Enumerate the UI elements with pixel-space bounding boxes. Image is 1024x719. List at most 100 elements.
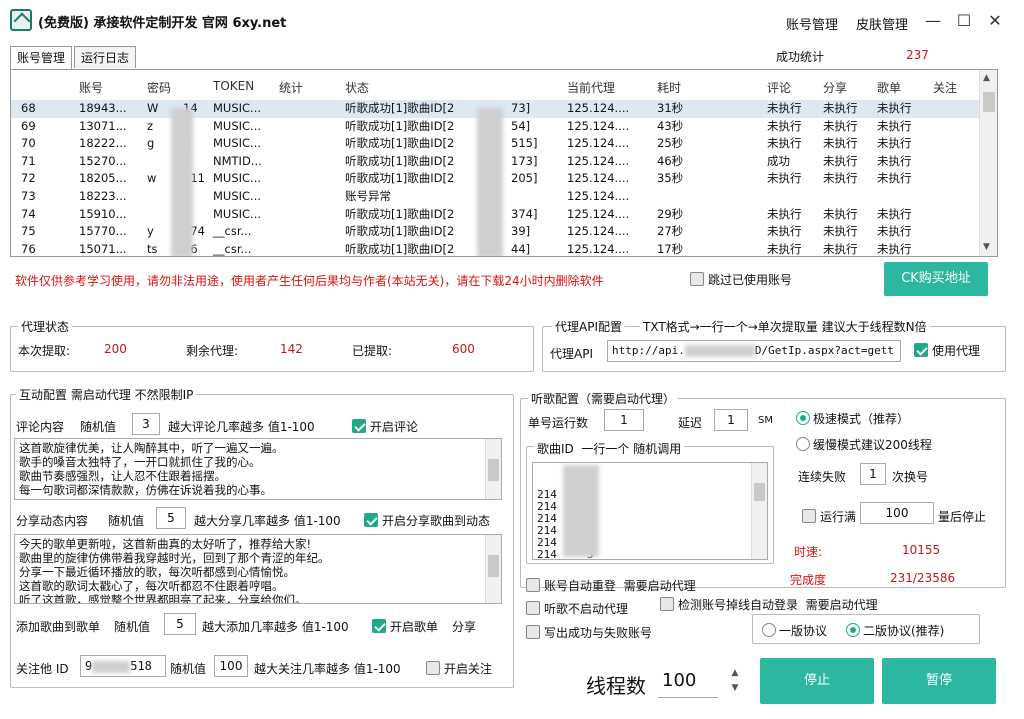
delay-unit: SM: [758, 415, 773, 426]
radio-selected-icon[interactable]: [796, 411, 810, 425]
mode-slow-radio[interactable]: 缓慢模式建议200线程: [796, 436, 932, 453]
scroll-down-icon[interactable]: ▼: [983, 242, 990, 252]
checkbox-icon[interactable]: [526, 625, 540, 639]
skip-used-checkbox[interactable]: 跳过已使用账号: [690, 271, 792, 288]
playlist-share-label[interactable]: 分享: [452, 618, 476, 635]
checkbox-icon[interactable]: [426, 661, 440, 675]
cell-c: 未执行: [767, 224, 802, 239]
write-fail-label: 写出成功与失败账号: [544, 626, 653, 640]
col-account: 账号: [79, 81, 104, 95]
delay-input[interactable]: 1: [714, 409, 748, 431]
protocol-v2-radio[interactable]: 二版协议(推荐): [846, 622, 944, 639]
follow-id-input[interactable]: 9 518: [80, 655, 166, 677]
scrollbar-thumb[interactable]: [488, 555, 499, 577]
cell-id: 74: [21, 206, 36, 221]
col-follow: 关注: [933, 81, 958, 95]
account-manage-menu[interactable]: 账号管理: [786, 14, 838, 33]
table-scrollbar[interactable]: ▲ ▼: [979, 70, 997, 256]
need-proxy-note-2: 需要启动代理: [805, 598, 878, 612]
skin-manage-menu[interactable]: 皮肤管理: [856, 14, 908, 33]
run-full-input[interactable]: 100: [860, 502, 934, 524]
maximize-icon[interactable]: ☐: [955, 12, 973, 30]
checkbox-icon[interactable]: [802, 509, 816, 523]
cell-proxy: 125.124....: [567, 101, 630, 115]
minimize-icon[interactable]: —: [924, 12, 942, 30]
pause-button[interactable]: 暂停: [882, 658, 996, 704]
cell-p: 未执行: [877, 101, 912, 115]
use-proxy-checkbox[interactable]: 使用代理: [914, 342, 980, 359]
radio-icon[interactable]: [796, 437, 810, 451]
buy-ck-button[interactable]: CK购买地址: [884, 262, 988, 296]
cell-c: 未执行: [767, 101, 802, 115]
mode-fast-radio[interactable]: 极速模式（推荐）: [796, 410, 909, 427]
checked-icon[interactable]: [364, 513, 378, 527]
song-id-textarea[interactable]: 2143214821442144214721432145214996: [532, 462, 768, 560]
song-id-scrollbar[interactable]: [751, 463, 767, 559]
detect-relogin-label: 检测账号掉线自动登录: [678, 598, 799, 612]
tab-run-log[interactable]: 运行日志: [74, 46, 137, 68]
checkbox-icon[interactable]: [526, 601, 540, 615]
cell-proxy: 125.124....: [567, 136, 630, 151]
fail-input[interactable]: 1: [860, 463, 886, 485]
cell-time: 17秒: [657, 241, 684, 256]
song-id-prefix: 214: [537, 548, 557, 560]
share-enable-checkbox[interactable]: 开启分享歌曲到动态: [364, 512, 490, 529]
share-rand-input[interactable]: 5: [156, 507, 186, 529]
accounts-table[interactable]: 账号 密码 TOKEN 统计 状态 当前代理 耗时 评论 分享 歌单 关注 68…: [10, 69, 998, 257]
share-textarea[interactable]: 今天的歌单更新啦，这首新曲真的太好听了，推荐给大家! 歌曲里的旋律仿佛带着我穿越…: [14, 534, 502, 604]
checked-icon[interactable]: [372, 619, 386, 633]
auto-relogin-checkbox[interactable]: 账号自动重登 需要启动代理: [526, 577, 696, 594]
success-stat-label: 成功统计: [776, 50, 825, 64]
fetch-value: 200: [104, 342, 127, 356]
run-full-checkbox[interactable]: 运行满: [802, 508, 856, 525]
checked-icon[interactable]: [352, 419, 366, 433]
disclaimer-text: 软件仅供参考学习使用，请勿非法用途，使用者产生任何后果均与作者(本站无关)，请在…: [15, 274, 604, 288]
cell-proxy: 125.124....: [567, 171, 630, 186]
checkbox-icon[interactable]: [690, 272, 704, 286]
protocol-v1-radio[interactable]: 一版协议: [762, 622, 827, 639]
cell-c: 未执行: [767, 241, 802, 256]
checkbox-icon[interactable]: [660, 597, 674, 611]
cell-time: 25秒: [657, 136, 684, 151]
playlist-enable-checkbox[interactable]: 开启歌单: [372, 618, 438, 635]
comment-enable-checkbox[interactable]: 开启评论: [352, 418, 418, 435]
cell-acct: 18223...: [79, 189, 127, 203]
thread-stepper[interactable]: ▲ ▼: [724, 666, 746, 696]
checked-icon[interactable]: [914, 343, 928, 357]
stop-button[interactable]: 停止: [760, 658, 874, 704]
thread-input[interactable]: 100: [658, 666, 718, 698]
cell-s: 未执行: [823, 224, 858, 239]
follow-rand-input[interactable]: 100: [214, 655, 248, 677]
share-scrollbar[interactable]: [485, 535, 501, 603]
follow-enable-checkbox[interactable]: 开启关注: [426, 660, 492, 677]
comment-rand-input[interactable]: 3: [132, 413, 160, 435]
cell-time: 43秒: [657, 118, 684, 133]
cell-proxy: 125.124....: [567, 189, 630, 203]
cell-s: 未执行: [823, 241, 858, 256]
scrollbar-thumb[interactable]: [754, 483, 765, 501]
scroll-up-icon[interactable]: ▲: [983, 73, 990, 83]
playlist-rand-input[interactable]: 5: [164, 613, 196, 635]
radio-selected-icon[interactable]: [846, 623, 860, 637]
cell-proxy: 125.124....: [567, 224, 630, 239]
run-count-input[interactable]: 1: [604, 409, 644, 431]
write-fail-checkbox[interactable]: 写出成功与失败账号: [526, 624, 652, 641]
checkbox-icon[interactable]: [526, 578, 540, 592]
cell-status: 账号异常: [345, 189, 391, 203]
close-icon[interactable]: ✕: [986, 12, 1004, 30]
scrollbar-thumb[interactable]: [488, 459, 499, 481]
comment-textarea[interactable]: 这首歌旋律优美，让人陶醉其中，听了一遍又一遍。 歌手的嗓音太独特了，一开口就抓住…: [14, 438, 502, 500]
comment-scrollbar[interactable]: [485, 439, 501, 499]
cell-token: MUSIC...: [213, 136, 262, 151]
playlist-label: 添加歌曲到歌单: [16, 620, 101, 634]
remain-label: 剩余代理:: [186, 344, 239, 358]
cell-p: 未执行: [877, 118, 912, 133]
cell-pwd: ts: [147, 241, 158, 256]
scrollbar-thumb[interactable]: [983, 92, 995, 112]
listen-no-proxy-label: 听歌不启动代理: [544, 602, 629, 616]
proxy-api-input[interactable]: http://api. D/GetIp.aspx?act=gett: [607, 340, 901, 362]
tab-accounts[interactable]: 账号管理: [10, 46, 73, 69]
radio-icon[interactable]: [762, 623, 776, 637]
listen-no-proxy-checkbox[interactable]: 听歌不启动代理: [526, 600, 628, 617]
detect-relogin-checkbox[interactable]: 检测账号掉线自动登录 需要启动代理: [660, 596, 878, 613]
